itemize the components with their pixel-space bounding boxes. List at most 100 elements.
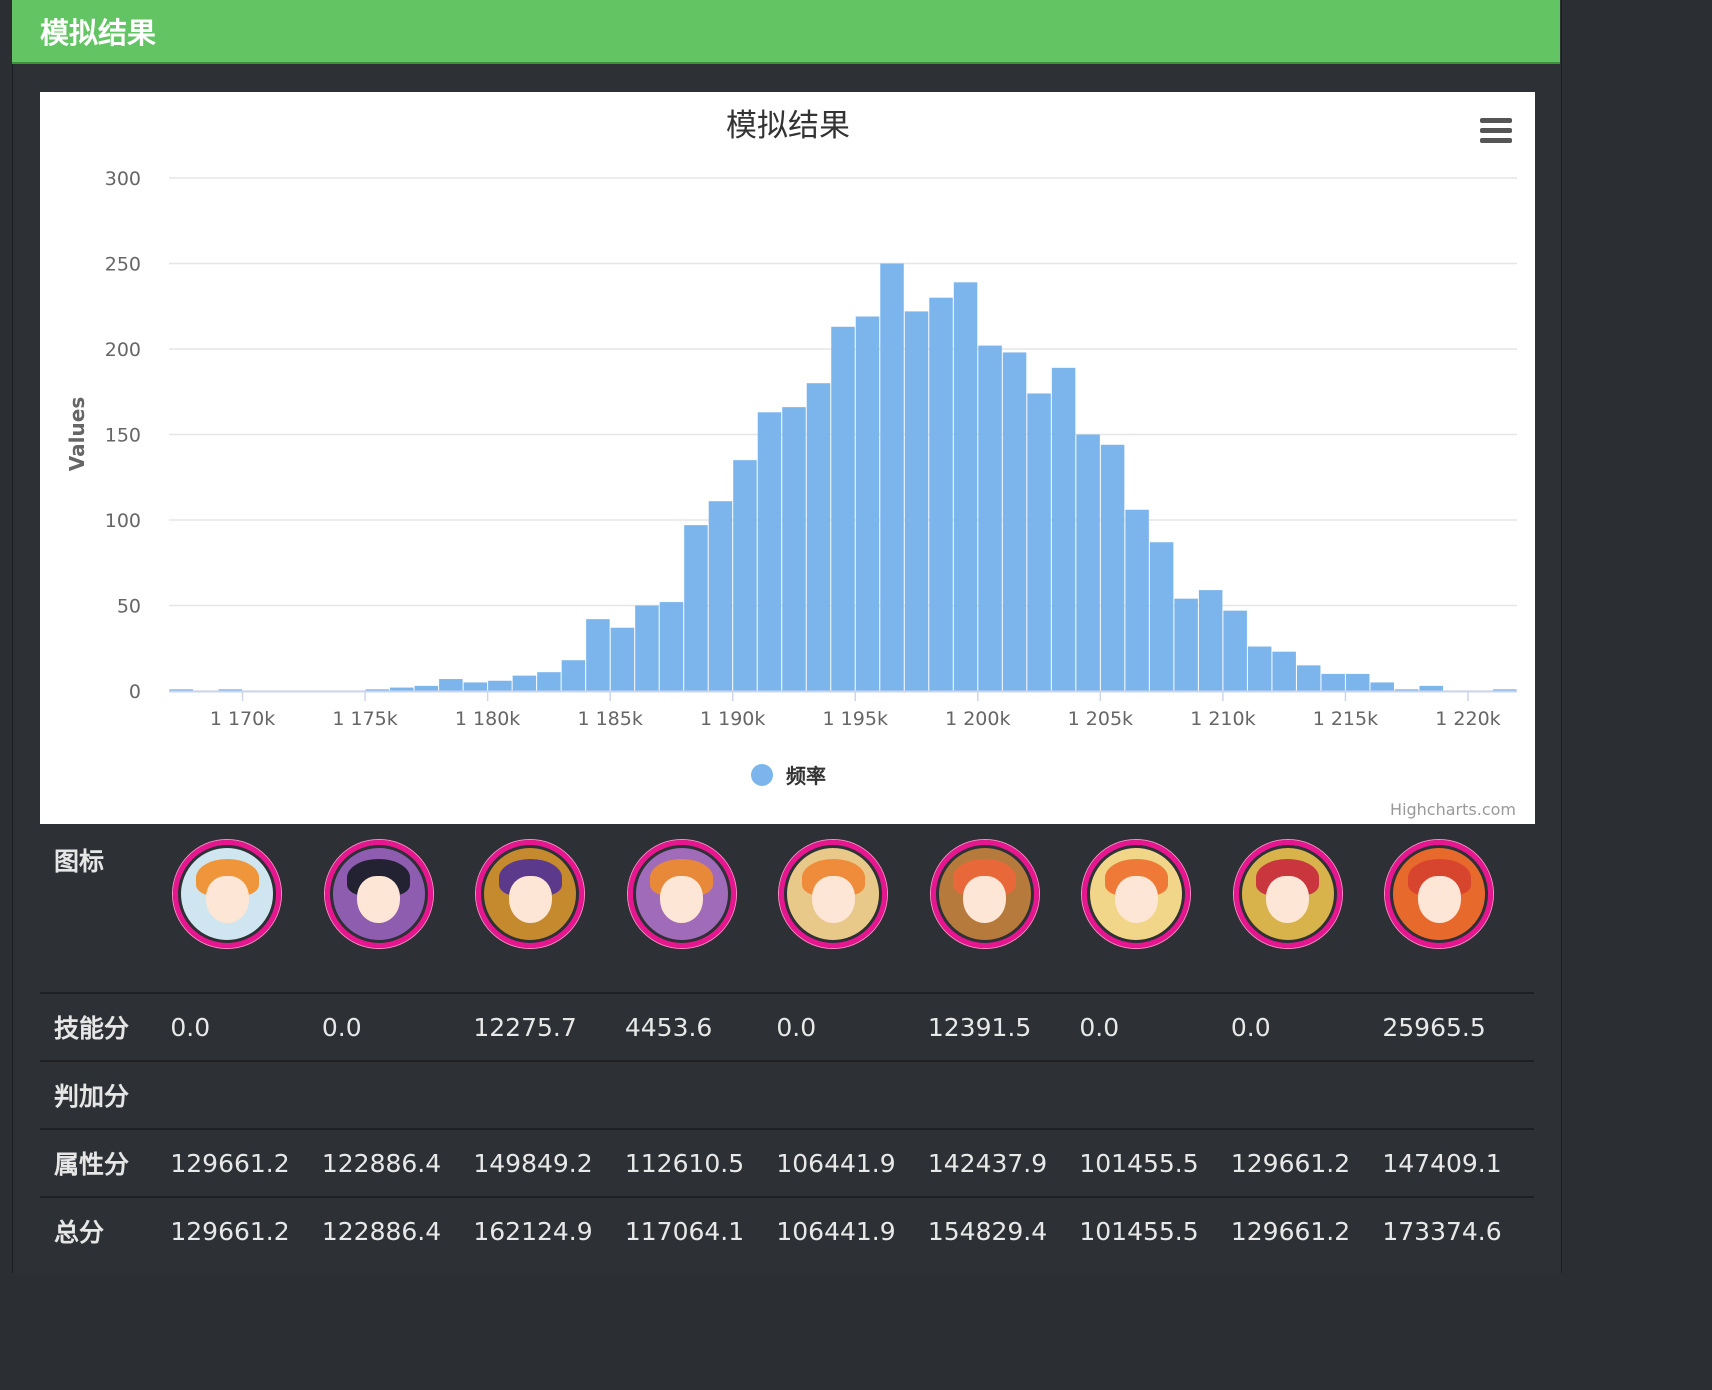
score-cell: [927, 1060, 1080, 1129]
score-cell: 101455.5: [1079, 1196, 1231, 1264]
icon-cell: [928, 824, 1080, 993]
row-label: 判加分: [40, 1060, 171, 1129]
histogram-bar[interactable]: [855, 316, 880, 691]
icon-cell: [1079, 824, 1231, 993]
row-label: 技能分: [40, 992, 171, 1061]
histogram-bar[interactable]: [708, 501, 733, 691]
histogram-bar[interactable]: [1247, 646, 1272, 691]
histogram-bar[interactable]: [953, 282, 978, 691]
x-tick-label: 1 180k: [455, 708, 520, 730]
score-cell: 129661.2: [1230, 1196, 1383, 1264]
table-row: 属性分 129661.2 122886.4 149849.2 112610.5 10644…: [40, 1128, 1534, 1197]
histogram-bar[interactable]: [684, 525, 708, 691]
chart-credit[interactable]: Highcharts.com: [1390, 800, 1516, 819]
score-cell: [1079, 1060, 1231, 1129]
histogram-bar[interactable]: [586, 619, 610, 691]
score-cell: 129661.2: [1230, 1128, 1383, 1197]
histogram-bar[interactable]: [561, 660, 586, 691]
member-avatar-8-icon[interactable]: [1233, 840, 1342, 948]
score-cell: 112610.5: [624, 1128, 777, 1197]
histogram-bar[interactable]: [1419, 685, 1443, 691]
histogram-bar[interactable]: [904, 311, 929, 691]
score-cell: 0.0: [1230, 992, 1383, 1061]
x-tick-label: 1 205k: [1068, 708, 1133, 730]
y-tick-label: 100: [105, 510, 141, 532]
member-avatar-6-icon[interactable]: [930, 840, 1039, 948]
histogram-bar[interactable]: [880, 263, 904, 692]
histogram-bar[interactable]: [1027, 393, 1051, 691]
histogram-bar[interactable]: [1272, 651, 1296, 691]
histogram-bar[interactable]: [782, 407, 806, 691]
member-avatar-5-icon[interactable]: [779, 840, 888, 948]
histogram-bar[interactable]: [733, 460, 757, 691]
score-cell: 0.0: [1079, 992, 1231, 1061]
table-row: 技能分 0.0 0.0 12275.7 4453.6 0.0 12391.5 0.0 0.0 25…: [40, 992, 1534, 1061]
score-cell: [1382, 1060, 1534, 1129]
score-cell: 154829.4: [927, 1196, 1080, 1264]
chart-menu-icon[interactable]: [1480, 118, 1512, 146]
histogram-bar[interactable]: [1345, 673, 1370, 691]
histogram-bar[interactable]: [414, 685, 439, 691]
score-cell: [170, 1060, 322, 1129]
icon-cell: [322, 824, 474, 993]
score-cell: [624, 1060, 777, 1129]
score-cell: 122886.4: [321, 1128, 474, 1197]
y-tick-label: 50: [117, 596, 141, 618]
legend-symbol: [751, 764, 773, 786]
x-tick-label: 1 175k: [332, 708, 397, 730]
member-avatar-4-icon[interactable]: [627, 840, 736, 948]
score-cell: 147409.1: [1382, 1128, 1534, 1197]
histogram-bar[interactable]: [390, 687, 414, 691]
histogram-bar[interactable]: [831, 326, 855, 691]
y-tick-label: 300: [105, 168, 141, 190]
histogram-bar[interactable]: [1125, 509, 1149, 691]
histogram-bar[interactable]: [1198, 590, 1223, 691]
score-cell: 173374.6: [1382, 1196, 1534, 1264]
chart-title: 模拟结果: [726, 108, 850, 144]
histogram-bar[interactable]: [1100, 444, 1125, 691]
histogram-bar[interactable]: [659, 602, 684, 691]
histogram-bar[interactable]: [1296, 665, 1321, 691]
legend-item[interactable]: 频率: [751, 764, 826, 788]
histogram-bar[interactable]: [929, 297, 953, 691]
histogram-bar[interactable]: [488, 680, 512, 691]
x-tick-label: 1 170k: [210, 708, 275, 730]
score-cell: 129661.2: [170, 1128, 322, 1197]
histogram-bar[interactable]: [1174, 598, 1198, 691]
histogram-bar[interactable]: [1370, 682, 1394, 691]
histogram-bar[interactable]: [978, 345, 1002, 691]
histogram-bar[interactable]: [757, 412, 782, 691]
member-avatar-3-icon[interactable]: [476, 840, 585, 948]
score-cell: 12391.5: [927, 992, 1080, 1061]
row-label: 图标: [54, 847, 105, 876]
member-avatar-9-icon[interactable]: [1385, 840, 1494, 948]
histogram-bar[interactable]: [1002, 352, 1027, 691]
member-avatar-1-icon[interactable]: [173, 840, 282, 948]
histogram-bar[interactable]: [1051, 367, 1076, 691]
legend-label: 频率: [786, 764, 826, 788]
score-cell: 162124.9: [473, 1196, 625, 1264]
member-avatar-2-icon[interactable]: [324, 840, 433, 948]
histogram-bar[interactable]: [635, 605, 659, 692]
histogram-bar[interactable]: [439, 679, 463, 691]
histogram-bar[interactable]: [537, 672, 561, 691]
histogram-bar[interactable]: [610, 627, 635, 691]
histogram-bar[interactable]: [1149, 542, 1174, 691]
score-cell: 149849.2: [473, 1128, 625, 1197]
score-cell: 25965.5: [1382, 992, 1534, 1061]
score-cell: 0.0: [321, 992, 474, 1061]
member-avatar-7-icon[interactable]: [1082, 840, 1191, 948]
table-row-icons: 图标: [40, 824, 1534, 993]
histogram-bar[interactable]: [512, 675, 537, 691]
histogram-bar[interactable]: [1223, 610, 1247, 691]
histogram-bar[interactable]: [806, 383, 831, 691]
score-table: 图标 技能分 0.0 0.0 12275.7 4453.6 0.0 12391.5 0.0 0.0…: [40, 824, 1534, 1264]
x-tick-label: 1 200k: [945, 708, 1010, 730]
icon-cell: [776, 824, 928, 993]
histogram-bar[interactable]: [1076, 434, 1100, 692]
histogram-bar[interactable]: [1321, 673, 1345, 691]
score-cell: 12275.7: [473, 992, 625, 1061]
panel-header: 模拟结果: [12, 0, 1560, 64]
histogram-bar[interactable]: [463, 682, 488, 691]
y-tick-label: 0: [129, 681, 141, 703]
